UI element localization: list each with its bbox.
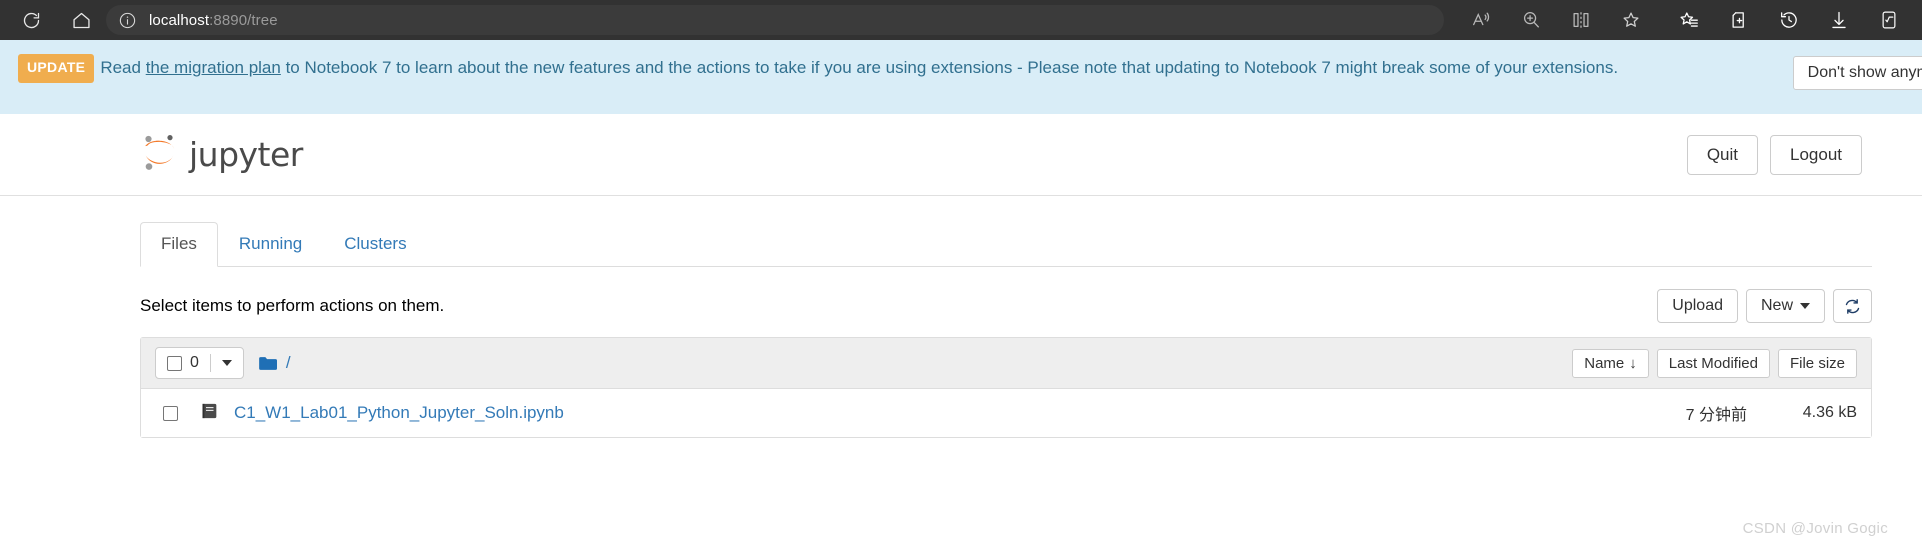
migration-notification-banner: UPDATE Read the migration plan to Noteboo… bbox=[0, 40, 1922, 114]
browser-right-icons bbox=[1658, 3, 1908, 37]
math-solver-icon[interactable] bbox=[1872, 3, 1906, 37]
quit-button[interactable]: Quit bbox=[1686, 134, 1758, 175]
file-list-header: 0 / Name ↓ Last Modified File size bbox=[141, 338, 1871, 389]
refresh-button[interactable] bbox=[1833, 289, 1872, 323]
new-dropdown-button[interactable]: New bbox=[1745, 289, 1825, 323]
tab-running[interactable]: Running bbox=[218, 222, 323, 267]
chevron-down-icon bbox=[1800, 303, 1810, 309]
favorite-star-icon[interactable] bbox=[1614, 3, 1648, 37]
home-icon[interactable] bbox=[64, 3, 98, 37]
column-file-size-label: File size bbox=[1789, 354, 1845, 372]
address-bar-action-icons bbox=[1450, 3, 1648, 37]
browser-toolbar: localhost:8890/tree bbox=[0, 0, 1922, 40]
jupyter-logo[interactable]: jupyter bbox=[140, 130, 1687, 179]
favorites-list-icon[interactable] bbox=[1672, 3, 1706, 37]
header-actions: Quit Logout bbox=[1686, 134, 1862, 175]
main-content: Files Running Clusters Select items to p… bbox=[0, 222, 1922, 438]
column-header-buttons: Name ↓ Last Modified File size bbox=[1572, 348, 1857, 378]
notebook-icon bbox=[200, 401, 220, 426]
banner-text-after: to Notebook 7 to learn about the new fea… bbox=[280, 58, 1619, 78]
select-all-group: 0 bbox=[155, 347, 244, 379]
banner-message: UPDATE Read the migration plan to Noteboo… bbox=[18, 54, 1793, 83]
tab-files[interactable]: Files bbox=[140, 222, 218, 267]
jupyter-logo-text: jupyter bbox=[189, 135, 303, 174]
sort-descending-icon: ↓ bbox=[1629, 354, 1637, 372]
sort-by-name-button[interactable]: Name ↓ bbox=[1572, 348, 1649, 378]
select-items-hint: Select items to perform actions on them. bbox=[140, 296, 445, 315]
dont-show-anymore-button[interactable]: Don't show anymore bbox=[1792, 56, 1922, 90]
folder-icon bbox=[258, 355, 279, 372]
upload-button[interactable]: Upload bbox=[1657, 289, 1738, 323]
new-button-label: New bbox=[1760, 297, 1793, 314]
row-checkbox[interactable] bbox=[163, 405, 178, 421]
selected-count: 0 bbox=[190, 354, 199, 371]
zoom-icon[interactable] bbox=[1514, 3, 1548, 37]
jupyter-logo-icon bbox=[140, 130, 180, 179]
upload-button-label: Upload bbox=[1672, 297, 1723, 314]
column-last-modified-label: Last Modified bbox=[1668, 354, 1758, 372]
update-badge: UPDATE bbox=[18, 54, 95, 83]
breadcrumb-root[interactable]: / bbox=[286, 353, 291, 373]
reload-icon[interactable] bbox=[14, 3, 48, 37]
read-aloud-icon[interactable] bbox=[1464, 3, 1498, 37]
action-row: Select items to perform actions on them.… bbox=[140, 289, 1872, 323]
file-browser-panel: 0 / Name ↓ Last Modified File size C1_W1… bbox=[140, 337, 1872, 438]
file-name-link[interactable]: C1_W1_Lab01_Python_Jupyter_Soln.ipynb bbox=[234, 403, 1617, 423]
downloads-icon[interactable] bbox=[1822, 3, 1856, 37]
collections-icon[interactable] bbox=[1722, 3, 1756, 37]
url-text: localhost:8890/tree bbox=[149, 11, 278, 29]
address-bar[interactable]: localhost:8890/tree bbox=[106, 5, 1444, 35]
banner-text-before: Read bbox=[100, 58, 146, 78]
selection-dropdown-toggle[interactable] bbox=[209, 354, 243, 372]
jupyter-header: jupyter Quit Logout bbox=[0, 114, 1922, 196]
refresh-icon bbox=[1844, 298, 1861, 315]
migration-plan-link[interactable]: the migration plan bbox=[146, 58, 281, 77]
tab-bar: Files Running Clusters bbox=[140, 222, 1872, 267]
tab-clusters[interactable]: Clusters bbox=[323, 222, 427, 267]
logout-button[interactable]: Logout bbox=[1770, 134, 1862, 175]
watermark: CSDN @Jovin Gogic bbox=[1742, 520, 1888, 537]
table-row[interactable]: C1_W1_Lab01_Python_Jupyter_Soln.ipynb 7 … bbox=[141, 389, 1871, 437]
history-icon[interactable] bbox=[1772, 3, 1806, 37]
split-screen-icon[interactable] bbox=[1564, 3, 1598, 37]
select-all-checkbox-segment[interactable]: 0 bbox=[156, 348, 210, 378]
chevron-down-icon bbox=[221, 360, 232, 366]
file-size: 4.36 kB bbox=[1802, 404, 1857, 421]
file-action-buttons: Upload New bbox=[1649, 289, 1872, 323]
file-last-modified: 7 分钟前 bbox=[1685, 407, 1747, 424]
sort-by-last-modified-button[interactable]: Last Modified bbox=[1656, 348, 1770, 378]
info-icon[interactable] bbox=[118, 11, 137, 30]
select-all-checkbox[interactable] bbox=[167, 355, 182, 371]
breadcrumb: / bbox=[258, 353, 1572, 373]
column-name-label: Name bbox=[1584, 354, 1625, 372]
sort-by-file-size-button[interactable]: File size bbox=[1777, 348, 1857, 378]
